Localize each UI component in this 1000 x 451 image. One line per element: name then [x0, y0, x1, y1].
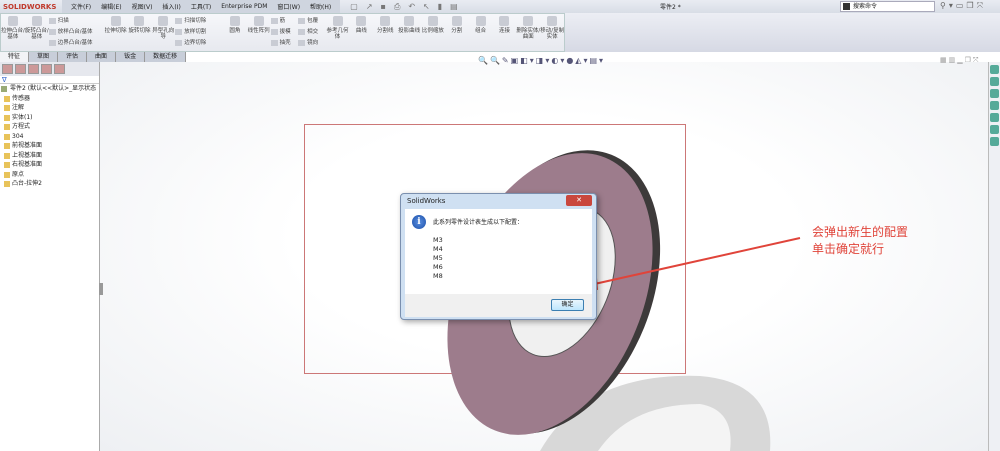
configuration-manager-icon[interactable] — [28, 64, 39, 74]
annotation-line-1: 会弹出新生的配置 — [812, 225, 909, 239]
tree-item-top-plane[interactable]: 上视基准面 — [0, 151, 99, 161]
view-palette-icon[interactable] — [990, 113, 999, 122]
solidworks-dialog: SolidWorks ✕ i 此系列零件设计表生成以下配置： M3 M4 M5 … — [400, 193, 597, 320]
design-library-icon[interactable] — [990, 77, 999, 86]
info-icon: i — [412, 215, 426, 229]
feature-manager-panel: ∇ 零件2 (默认<<默认>_显示状态 传感器 注解 实体(1) 方程式 304… — [0, 62, 100, 451]
tree-root-part[interactable]: 零件2 (默认<<默认>_显示状态 — [0, 84, 99, 94]
tree-item-origin[interactable]: 原点 — [0, 170, 99, 180]
custom-properties-icon[interactable] — [990, 137, 999, 146]
tree-item-right-plane[interactable]: 右视基准面 — [0, 160, 99, 170]
appearances-icon[interactable] — [990, 125, 999, 134]
property-manager-icon[interactable] — [15, 64, 26, 74]
config-item: M3 — [433, 236, 443, 244]
feature-tree-icon[interactable] — [2, 64, 13, 74]
tree-item-annotations[interactable]: 注解 — [0, 103, 99, 113]
dialog-close-button[interactable]: ✕ — [566, 195, 592, 206]
filter-icon[interactable]: ∇ — [0, 76, 99, 84]
resources-icon[interactable] — [990, 65, 999, 74]
config-item: M4 — [433, 245, 443, 253]
panel-tabs — [0, 62, 99, 76]
dialog-body: i 此系列零件设计表生成以下配置： M3 M4 M5 M6 M8 — [405, 209, 592, 294]
config-item: M5 — [433, 254, 443, 262]
dialog-footer: 确定 — [405, 294, 592, 317]
tree-item-boss-extrude[interactable]: 凸台-拉伸2 — [0, 179, 99, 189]
config-item: M6 — [433, 263, 443, 271]
annotation-text: 会弹出新生的配置 单击确定就行 — [812, 224, 908, 258]
tree-item-sensors[interactable]: 传感器 — [0, 94, 99, 104]
tree-item-front-plane[interactable]: 前视基准面 — [0, 141, 99, 151]
display-manager-icon[interactable] — [54, 64, 65, 74]
tree-item-equations[interactable]: 方程式 — [0, 122, 99, 132]
ok-button[interactable]: 确定 — [551, 299, 584, 311]
task-pane — [988, 62, 1000, 451]
tree-item-material[interactable]: 304 — [0, 132, 99, 142]
search-icon[interactable] — [990, 101, 999, 110]
configuration-list: M3 M4 M5 M6 M8 — [433, 236, 443, 281]
feature-tree: 零件2 (默认<<默认>_显示状态 传感器 注解 实体(1) 方程式 304 前… — [0, 84, 99, 189]
dimxpert-icon[interactable] — [41, 64, 52, 74]
config-item: M8 — [433, 272, 443, 280]
dialog-message: 此系列零件设计表生成以下配置： — [433, 219, 524, 226]
file-explorer-icon[interactable] — [990, 89, 999, 98]
tree-item-solid-bodies[interactable]: 实体(1) — [0, 113, 99, 123]
annotation-line-2: 单击确定就行 — [812, 242, 885, 256]
panel-splitter[interactable] — [99, 283, 103, 295]
